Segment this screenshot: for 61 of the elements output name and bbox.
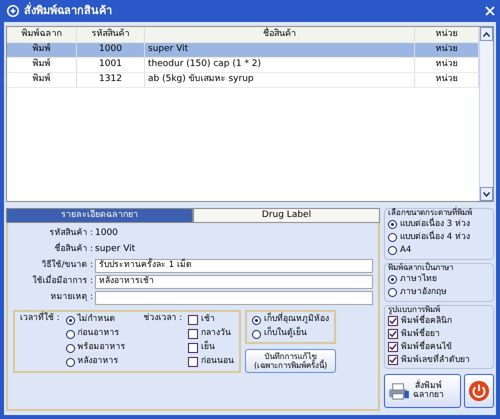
table-row[interactable]: พิมพ์ 1000 super Vit หน่วย xyxy=(7,43,479,58)
table-cell: 1000 xyxy=(77,43,145,57)
table-cell: 1312 xyxy=(77,73,145,87)
tab[interactable]: Drug Label xyxy=(193,208,380,223)
table-cell: theodur (150) cap (1 * 2) xyxy=(145,58,415,72)
chevron-down-icon xyxy=(483,192,490,196)
checkbox-option[interactable]: กลางวัน xyxy=(188,328,234,340)
column-header[interactable]: รหัสสินค้า xyxy=(77,27,145,42)
input-field[interactable] xyxy=(95,291,373,305)
table-cell: พิมพ์ xyxy=(7,58,77,72)
column-header[interactable]: ชื่อสินค้า xyxy=(145,27,415,42)
field-label: วิธีใช้/ขนาด : xyxy=(40,261,94,271)
input-field[interactable]: หลังอาหารเช้า xyxy=(95,275,373,289)
radio-option[interactable]: ภาษาอังกฤษ xyxy=(388,286,490,299)
checkbox-option[interactable]: เช้า xyxy=(188,314,234,326)
radio-option[interactable]: A4 xyxy=(388,244,490,257)
table-row[interactable]: พิมพ์ 1001 theodur (150) cap (1 * 2) หน่วย xyxy=(7,58,479,73)
printer-icon xyxy=(388,382,410,400)
table-cell: พิมพ์ xyxy=(7,43,77,57)
field-label: ช่วงเวลา : xyxy=(144,314,184,325)
plus-icon xyxy=(6,4,20,18)
chevron-up-icon xyxy=(483,32,490,36)
radio-option[interactable]: เก็บในตู้เย็น xyxy=(252,328,330,340)
group-title: พิมพ์ฉลากเป็นภาษา xyxy=(388,264,454,273)
checkbox-option[interactable]: พิมพ์เลขที่ลำดับยา xyxy=(388,354,490,366)
print-button[interactable]: สั่งพิมพ์ ฉลากยา xyxy=(384,374,461,408)
field-value: 1000 xyxy=(95,229,118,239)
field-value: super Vit xyxy=(95,245,136,255)
checkbox-option[interactable]: เย็น xyxy=(188,342,234,354)
scroll-up-button[interactable] xyxy=(480,27,493,41)
checkbox-option[interactable]: พิมพ์ชื่อคนไข้ xyxy=(388,341,490,354)
radio-option[interactable]: หลังอาหาร xyxy=(66,356,126,368)
radio-option[interactable]: ภาษาไทย xyxy=(388,274,490,286)
radio-option[interactable]: ไม่กำหนด xyxy=(66,314,126,326)
checkbox-option[interactable]: ก่อนนอน xyxy=(188,356,234,368)
field-label: รหัสสินค้า : xyxy=(48,229,94,239)
scrollbar[interactable] xyxy=(479,27,493,201)
input-field[interactable]: รับประทานครั้งละ 1 เม็ด xyxy=(95,259,373,273)
table-cell: 1001 xyxy=(77,58,145,72)
checkbox-option[interactable]: พิมพ์ชื่อยา xyxy=(388,328,490,340)
power-button[interactable] xyxy=(464,374,494,408)
radio-option[interactable]: เก็บที่อุณหภูมิห้อง xyxy=(252,314,330,326)
save-button[interactable]: บันทึกการแก้ไข (เฉพาะการพิมพ์ครั้งนี้) xyxy=(245,349,336,374)
checkbox-option[interactable]: พิมพ์ชื่อคลินิก xyxy=(388,315,490,328)
close-icon[interactable] xyxy=(484,5,496,17)
group-title: รูปแบบการพิมพ์ xyxy=(388,306,440,314)
tab[interactable]: รายละเอียดฉลากยา xyxy=(6,208,193,223)
group-title: เลือกขนาดกระดาษที่พิมพ์ xyxy=(388,209,473,217)
radio-option[interactable]: ก่อนอาหาร xyxy=(66,328,126,340)
radio-option[interactable]: แบบต่อเนื่อง 4 ห่วง xyxy=(388,232,490,244)
radio-option[interactable]: พร้อมอาหาร xyxy=(66,342,126,354)
radio-option[interactable]: แบบต่อเนื่อง 3 ห่วง xyxy=(388,218,490,231)
table-cell: super Vit xyxy=(145,43,415,57)
table-row[interactable]: พิมพ์ 1312 ab (5kg) ขับเสมหะ syrup หน่วย xyxy=(7,73,479,88)
field-label: หมายเหตุ : xyxy=(49,293,94,303)
power-icon xyxy=(468,380,490,402)
column-header[interactable]: พิมพ์ฉลาก xyxy=(7,27,77,42)
table-cell: พิมพ์ xyxy=(7,73,77,87)
table-cell: ab (5kg) ขับเสมหะ syrup xyxy=(145,73,415,87)
window-title: สั่งพิมพ์ฉลากสินค้า xyxy=(24,4,113,18)
scroll-down-button[interactable] xyxy=(480,187,493,201)
